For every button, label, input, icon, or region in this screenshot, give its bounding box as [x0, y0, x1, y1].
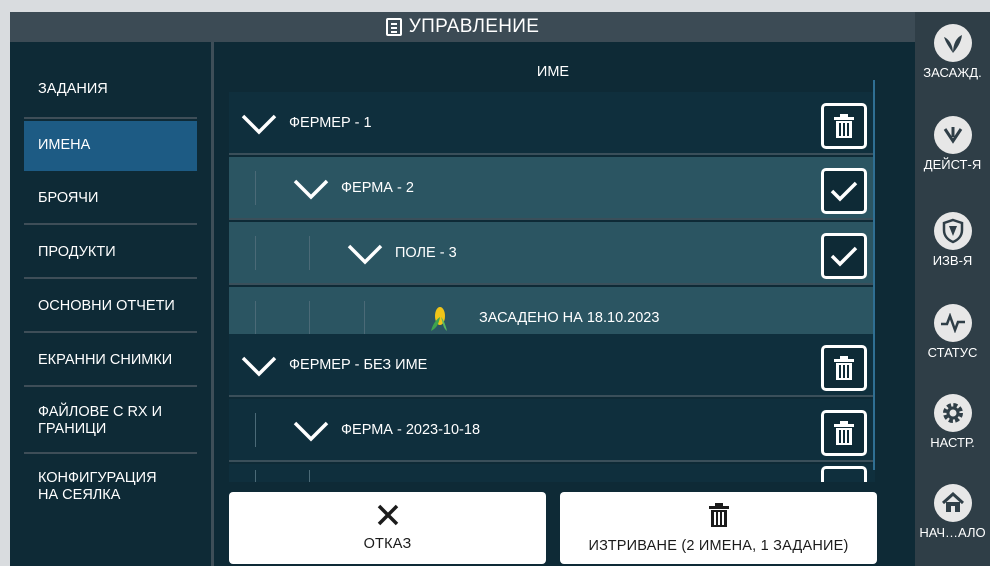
- chevron-down-icon[interactable]: [239, 354, 279, 378]
- tree-row[interactable]: ПОЛЕ - 3: [229, 222, 875, 285]
- cancel-label: ОТКАЗ: [363, 536, 412, 552]
- sidebar-item-basic-reports[interactable]: ОСНОВНИ ОТЧЕТИ: [24, 281, 197, 333]
- indent-guide: [255, 236, 256, 270]
- trash-icon: [834, 421, 854, 445]
- chevron-down-icon[interactable]: [291, 177, 331, 201]
- sidebar-item-products[interactable]: ПРОДУКТИ: [24, 227, 197, 279]
- trash-icon: [834, 114, 854, 138]
- indent-guide: [309, 236, 310, 270]
- rail-item-planting[interactable]: ЗАСАЖД.: [915, 24, 990, 80]
- trash-icon: [708, 503, 729, 527]
- planting-icon: [933, 24, 972, 62]
- tree-row[interactable]: ФЕРМА - 2: [229, 157, 875, 220]
- row-label: ФЕРМЕР - 1: [289, 114, 372, 131]
- clipboard-icon: [385, 18, 402, 36]
- tree-row[interactable]: ФЕРМЕР - 1: [229, 92, 875, 155]
- indent-guide: [255, 171, 256, 205]
- select-checkbox[interactable]: [821, 233, 867, 279]
- rail-item-actions[interactable]: ДЕЙСТ-Я: [915, 116, 990, 172]
- status-pulse-icon: [933, 304, 972, 342]
- indent-guide: [364, 301, 365, 335]
- chevron-down-icon[interactable]: [291, 419, 331, 443]
- sidebar: ЗАДАНИЯ ИМЕНА БРОЯЧИ ПРОДУКТИ ОСНОВНИ ОТ…: [10, 42, 214, 566]
- app-frame: УПРАВЛЕНИЕ ЗАДАНИЯ ИМЕНА БРОЯЧИ ПРОДУКТИ…: [10, 12, 915, 566]
- names-list-panel: ИМЕ ФЕРМЕР - 1 ФЕРМА - 2 ПОЛЕ - 3 ЗАСАДЕ…: [229, 42, 877, 482]
- sidebar-item-rx-files[interactable]: ФАЙЛОВЕ С RX И ГРАНИЦИ: [24, 389, 197, 454]
- actions-icon: [933, 116, 972, 154]
- tree-row-partial[interactable]: [229, 464, 875, 482]
- sidebar-item-counters[interactable]: БРОЯЧИ: [24, 173, 197, 225]
- row-label: ФЕРМА - 2023-10-18: [341, 421, 481, 438]
- trash-icon: [834, 356, 854, 380]
- row-label: ФЕРМЕР - БЕЗ ИМЕ: [289, 356, 428, 373]
- row-label: ПОЛЕ - 3: [395, 244, 457, 261]
- sidebar-item-tasks[interactable]: ЗАДАНИЯ: [24, 61, 197, 119]
- alerts-shield-icon: [933, 212, 972, 250]
- sidebar-item-names[interactable]: ИМЕНА: [24, 121, 197, 171]
- delete-button[interactable]: [821, 103, 867, 149]
- window-title: УПРАВЛЕНИЕ: [408, 16, 540, 37]
- delete-confirm-button[interactable]: ИЗТРИВАНЕ (2 ИМЕНА, 1 ЗАДАНИЕ): [560, 492, 877, 564]
- close-icon: [377, 504, 398, 526]
- rail-item-alerts[interactable]: ИЗВ-Я: [915, 212, 990, 268]
- scrollbar-indicator[interactable]: [873, 80, 875, 470]
- rail-item-status[interactable]: СТАТУС: [915, 304, 990, 360]
- indent-guide: [309, 301, 310, 335]
- settings-gear-icon: [933, 394, 972, 432]
- tree-row[interactable]: ФЕРМЕР - БЕЗ ИМЕ: [229, 334, 875, 397]
- column-header-name: ИМЕ: [536, 64, 570, 80]
- chevron-down-icon[interactable]: [345, 242, 385, 266]
- indent-guide: [255, 470, 256, 482]
- sidebar-item-screenshots[interactable]: ЕКРАННИ СНИМКИ: [24, 335, 197, 387]
- indent-guide: [255, 301, 256, 335]
- delete-button[interactable]: [821, 410, 867, 456]
- right-nav-rail: ЗАСАЖД. ДЕЙСТ-Я ИЗВ-Я СТАТУС НАСТР. НАЧ……: [915, 12, 990, 566]
- row-label: ЗАСАДЕНО НА 18.10.2023: [479, 309, 660, 326]
- cancel-button[interactable]: ОТКАЗ: [229, 492, 546, 564]
- delete-confirm-label: ИЗТРИВАНЕ (2 ИМЕНА, 1 ЗАДАНИЕ): [588, 538, 849, 554]
- rail-item-settings[interactable]: НАСТР.: [915, 394, 990, 450]
- delete-button[interactable]: [821, 466, 867, 482]
- tree-row[interactable]: ФЕРМА - 2023-10-18: [229, 399, 875, 462]
- indent-guide: [309, 470, 310, 482]
- rail-item-home[interactable]: НАЧ…АЛО: [915, 484, 990, 540]
- sidebar-item-planter-config[interactable]: КОНФИГУРАЦИЯ НА СЕЯЛКА: [24, 456, 197, 518]
- checkmark-icon: [830, 246, 858, 267]
- indent-guide: [255, 413, 256, 447]
- select-checkbox[interactable]: [821, 168, 867, 214]
- title-bar: УПРАВЛЕНИЕ: [10, 12, 915, 42]
- delete-button[interactable]: [821, 345, 867, 391]
- checkmark-icon: [830, 181, 858, 202]
- home-icon: [933, 484, 972, 522]
- corn-icon: [431, 307, 447, 331]
- row-label: ФЕРМА - 2: [341, 179, 414, 196]
- chevron-down-icon[interactable]: [239, 112, 279, 136]
